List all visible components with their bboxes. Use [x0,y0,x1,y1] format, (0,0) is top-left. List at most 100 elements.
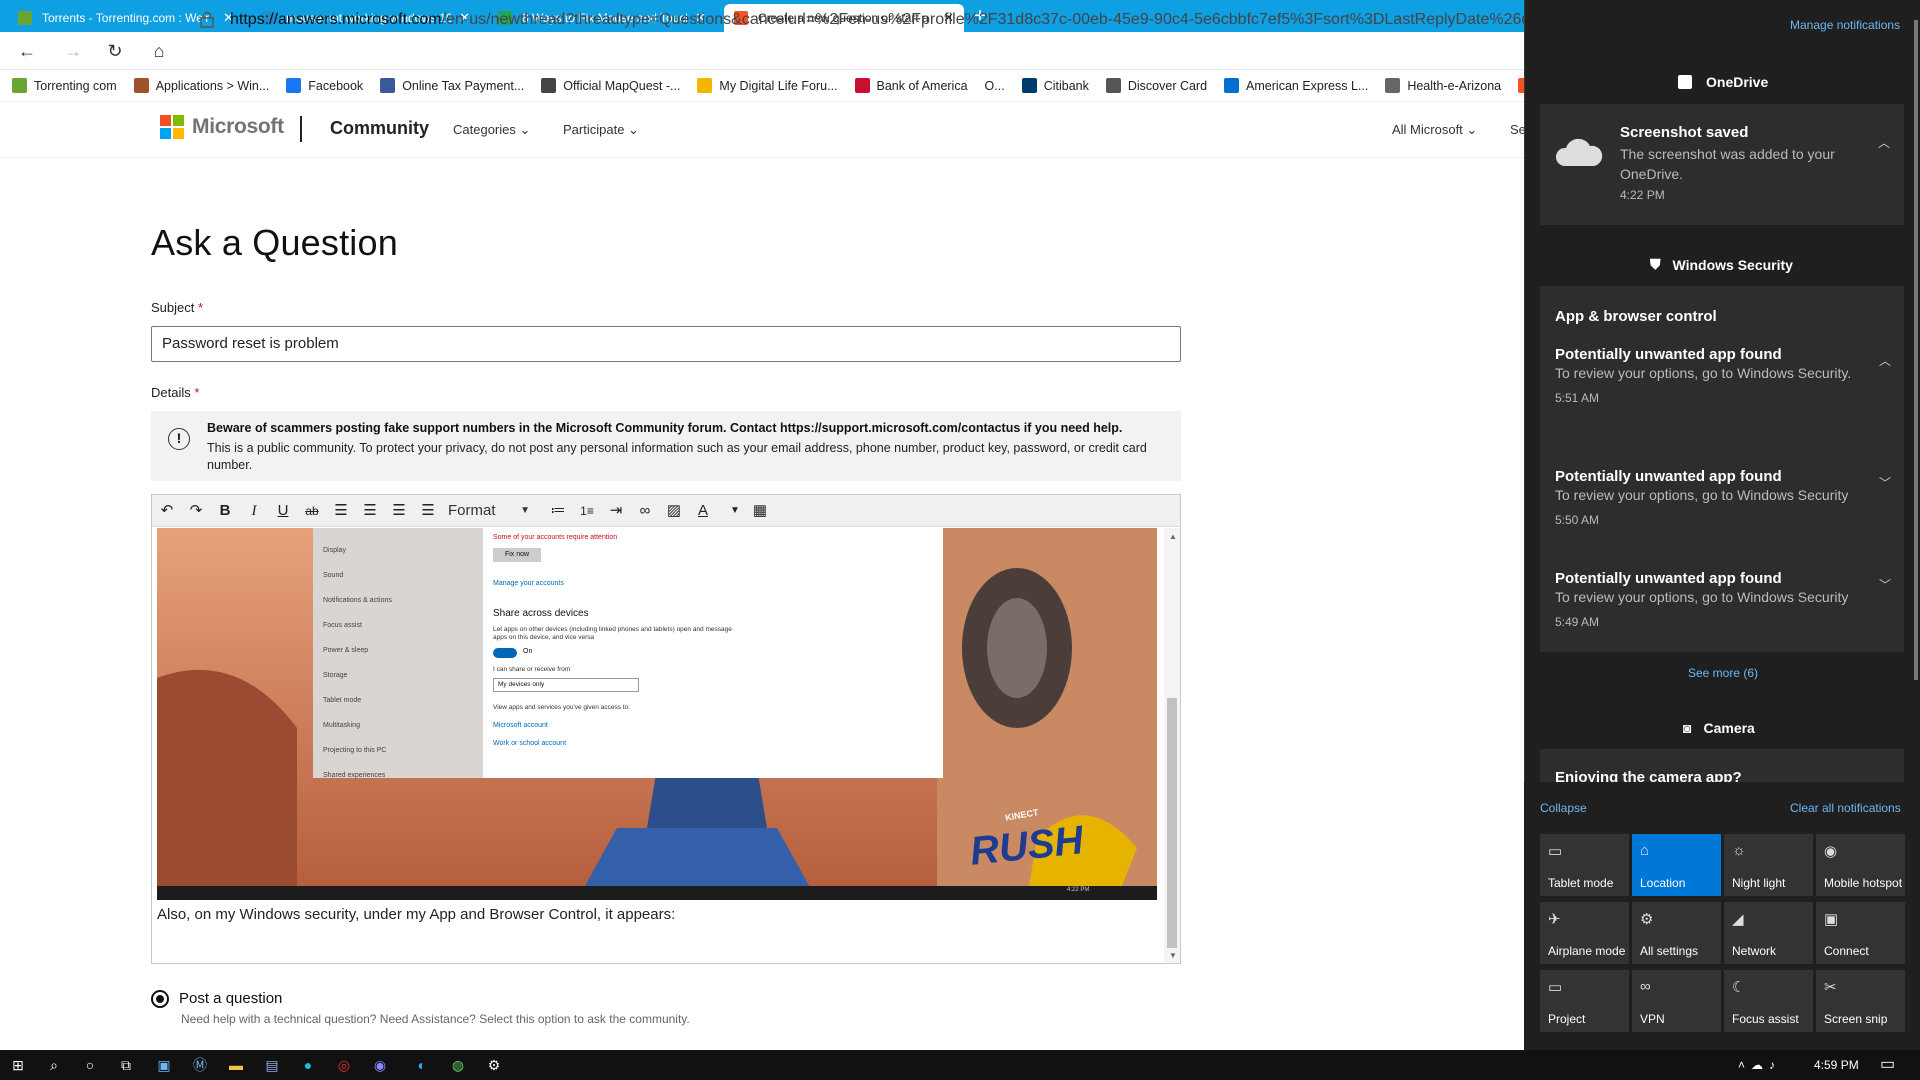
manage-notifications-link[interactable]: Manage notifications [1790,18,1900,32]
align-right-icon[interactable]: ☰ [386,497,412,525]
back-arrow-icon[interactable]: ← [14,39,40,63]
settings-gear-icon[interactable]: ⚙ [476,1050,512,1080]
chevron-up-icon[interactable]: ︿ [1878,134,1890,151]
post-question-radio[interactable] [151,990,169,1008]
collapse-link[interactable]: Collapse [1540,801,1587,815]
forward-arrow-icon[interactable]: → [60,39,86,63]
community-link[interactable]: Community [330,118,429,139]
undo-icon[interactable]: ↶ [154,497,180,525]
system-tray-icons[interactable]: ˄☁♪ [1738,1058,1781,1072]
quick-action-focus-assist[interactable]: ☾ Focus assist [1724,970,1813,1032]
participate-menu[interactable]: Participate ⌄ [563,122,639,138]
italic-icon[interactable]: I [241,497,267,525]
bookmark-item[interactable]: Health-e-Arizona [1385,78,1501,93]
bookmark-item[interactable]: Official MapQuest -... [541,78,680,93]
image-icon[interactable]: ▨ [661,497,687,525]
categories-menu[interactable]: Categories ⌄ [453,122,530,138]
quick-action-project[interactable]: ▭ Project [1540,970,1629,1032]
bookmark-item[interactable]: Applications > Win... [133,78,269,93]
microsoft-logo[interactable]: Microsoft [160,115,284,139]
bookmark-item[interactable]: My Digital Life Foru... [697,78,838,93]
quick-action-vpn[interactable]: ∞ VPN [1632,970,1721,1032]
subject-input[interactable]: Password reset is problem [151,326,1181,362]
quick-action-location[interactable]: ⌂ Location [1632,834,1721,896]
format-dropdown[interactable]: Format ▼ [440,499,536,523]
quick-action-mobile-hotspot[interactable]: ◉ Mobile hotspot [1816,834,1905,896]
search-icon[interactable]: ⌕ [36,1050,72,1080]
taskbar-clock[interactable]: 4:59 PM [1814,1058,1859,1072]
underline-icon[interactable]: U [270,497,296,525]
security-notification[interactable]: Potentially unwanted app found To review … [1555,468,1891,527]
scroll-up-icon[interactable]: ▲ [1169,532,1177,541]
scrollbar-thumb[interactable] [1167,698,1177,948]
chevron-down-icon[interactable]: ﹀ [1879,576,1891,593]
bullet-list-icon[interactable]: ≔ [545,497,571,525]
editor-body-text[interactable]: Also, on my Windows security, under my A… [157,906,675,923]
chevron-up-icon[interactable]: ︿ [1879,352,1891,369]
strikethrough-icon[interactable]: ab [299,497,325,525]
home-icon[interactable]: ⌂ [146,39,172,63]
bookmark-item[interactable]: Citibank [1021,78,1089,93]
link-icon[interactable]: ∞ [632,497,658,525]
app-icon[interactable]: ◉ [362,1050,398,1080]
align-center-icon[interactable]: ☰ [357,497,383,525]
onedrive-notification[interactable]: Screenshot saved The screenshot was adde… [1540,104,1904,225]
task-view-icon[interactable]: ⧉ [108,1050,144,1080]
app-icon[interactable]: Ⓜ [182,1050,218,1080]
address-bar[interactable]: https://answers.microsoft.com/en-us/newt… [230,7,1556,33]
bookmark-item[interactable]: Discover Card [1105,78,1207,93]
file-explorer-icon[interactable]: ▬ [218,1050,254,1080]
bookmark-favicon-icon [697,78,713,93]
quick-action-night-light[interactable]: ☼ Night light [1724,834,1813,896]
refresh-icon[interactable]: ↻ [102,39,128,63]
clear-all-link[interactable]: Clear all notifications [1790,801,1901,815]
start-icon[interactable]: ⊞ [0,1050,36,1080]
redo-icon[interactable]: ↷ [183,497,209,525]
camera-notification[interactable]: Enjoying the camera app? [1540,749,1904,782]
settings-nav-item: Power & sleep [323,647,369,654]
all-microsoft-menu[interactable]: All Microsoft ⌄ [1392,122,1477,138]
quick-action-all-settings[interactable]: ⚙ All settings [1632,902,1721,964]
justify-icon[interactable]: ☰ [415,497,441,525]
bookmark-item[interactable]: Facebook [286,78,363,93]
app-icon[interactable]: ◎ [326,1050,362,1080]
bookmark-item[interactable]: Torrenting com [12,78,117,93]
edge-icon[interactable]: ◐ [404,1050,440,1080]
bookmark-label: Official MapQuest -... [563,78,681,93]
action-center-scrollbar[interactable] [1914,20,1918,680]
quick-action-tablet-mode[interactable]: ▭ Tablet mode [1540,834,1629,896]
quick-action-label: Screen snip [1824,1012,1888,1026]
security-notification[interactable]: Potentially unwanted app found To review … [1555,570,1891,629]
indent-icon[interactable]: ⇥ [603,497,629,525]
font-color-icon[interactable]: A [690,497,716,525]
caret-down-icon[interactable]: ▼ [722,497,748,525]
app-icon[interactable]: ▤ [254,1050,290,1080]
cortana-icon[interactable]: ○ [72,1050,108,1080]
numbered-list-icon[interactable]: 1≡ [574,497,600,525]
editor-scrollbar[interactable]: ▲ ▼ [1164,528,1180,963]
bookmark-item[interactable]: Online Tax Payment... [380,78,524,93]
table-icon[interactable]: ▦ [747,497,773,525]
participate-label: Participate [563,122,625,137]
bookmark-item[interactable]: Bank of America [854,78,968,93]
camera-icon: ◙ [1683,720,1692,736]
post-question-label[interactable]: Post a question [179,990,282,1007]
security-notification[interactable]: Potentially unwanted app found To review … [1555,346,1891,405]
quick-action-screen-snip[interactable]: ✂ Screen snip [1816,970,1905,1032]
chevron-down-icon[interactable]: ﹀ [1879,474,1891,491]
notif-time: 5:50 AM [1555,513,1600,527]
notification-center-icon[interactable]: ▭ [1880,1054,1895,1074]
app-icon[interactable]: ▣ [146,1050,182,1080]
categories-label: Categories [453,122,516,137]
app-icon[interactable]: ● [290,1050,326,1080]
quick-action-airplane-mode[interactable]: ✈ Airplane mode [1540,902,1629,964]
see-more-link[interactable]: See more (6) [1688,666,1758,680]
scroll-down-icon[interactable]: ▼ [1169,951,1177,960]
align-left-icon[interactable]: ☰ [328,497,354,525]
quick-action-connect[interactable]: ▣ Connect [1816,902,1905,964]
bookmark-item[interactable]: American Express L... [1224,78,1368,93]
bold-icon[interactable]: B [212,497,238,525]
bookmark-item[interactable]: O... [985,79,1005,93]
quick-action-network[interactable]: ◢ Network [1724,902,1813,964]
app-icon[interactable]: ◍ [440,1050,476,1080]
